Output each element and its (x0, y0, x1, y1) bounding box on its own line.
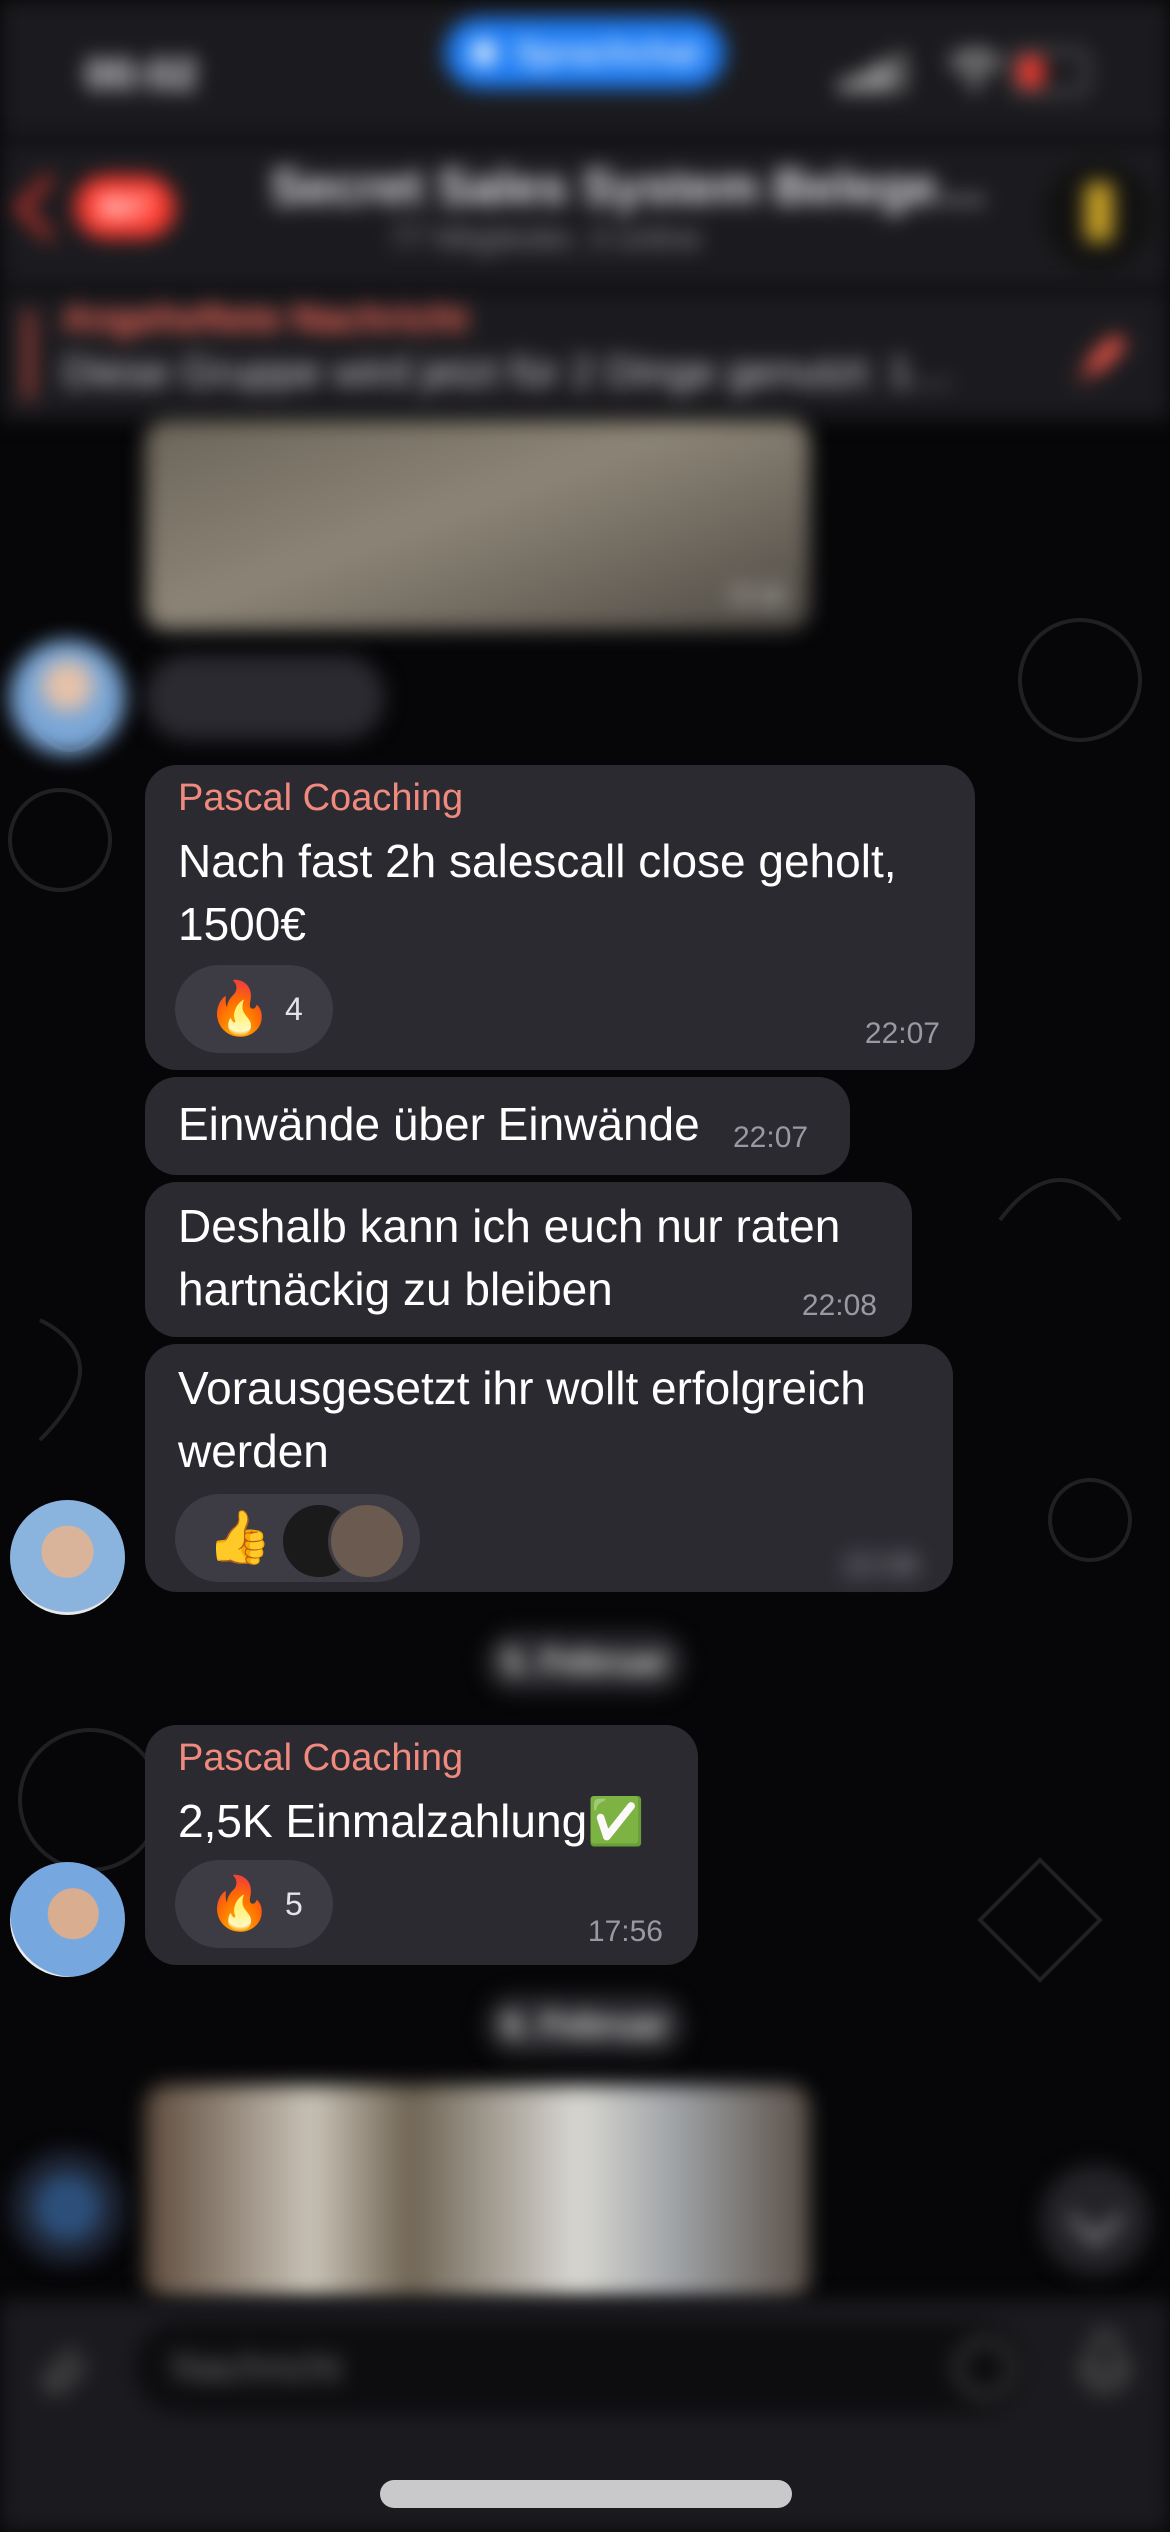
date-separator: 5. Februar (485, 1632, 685, 1692)
chevron-down-icon (1067, 2190, 1124, 2247)
voice-chat-pill[interactable]: Sprachchat (445, 18, 725, 88)
message-time: 22:08 (801, 1289, 877, 1322)
reaction-count: 5 (285, 1886, 303, 1922)
chevron-left-icon (15, 174, 82, 241)
message-bubble[interactable]: Vorausgesetzt ihr wollt erfolgreich werd… (145, 1344, 953, 1592)
home-indicator (380, 2480, 792, 2508)
cellular-signal-icon (840, 52, 906, 92)
reaction-avatars (280, 1502, 406, 1580)
message-input[interactable] (130, 2318, 1030, 2418)
avatar[interactable] (10, 1500, 125, 1615)
sticker-icon[interactable] (955, 2338, 1015, 2398)
reaction-chip[interactable]: 👍 (175, 1494, 420, 1582)
message-text: Vorausgesetzt ihr wollt erfolgreich werd… (178, 1362, 866, 1477)
chat-subtitle: 77 Mitglieder, 3 online (390, 220, 702, 256)
video-message[interactable]: 0:16 (145, 420, 810, 630)
message-text: Deshalb kann ich euch nur raten hartnäck… (178, 1200, 841, 1315)
scroll-down-button[interactable] (1040, 2165, 1150, 2275)
reaction-chip[interactable]: 🔥 4 (175, 965, 333, 1053)
voice-chat-label: Sprachchat (515, 34, 701, 72)
status-time: 00:02 (85, 50, 198, 99)
pin-icon[interactable] (1058, 318, 1143, 403)
pinned-message-banner[interactable]: Angeheftete Nachricht Diese Gruppe wird … (0, 290, 1170, 420)
wifi-icon (948, 50, 1002, 90)
message-time: 22:07 (733, 1121, 809, 1154)
avatar[interactable] (10, 640, 125, 755)
message-bubble[interactable]: Pascal Coaching 2,5K Einmalzahlung✅ 🔥 5 … (145, 1725, 698, 1965)
chat-header: 867 Secret Sales System Belege… 77 Mitgl… (0, 140, 1170, 290)
pinned-title: Angeheftete Nachricht (62, 298, 468, 340)
fire-emoji: 🔥 (207, 1875, 272, 1933)
message-text: Nach fast 2h salescall close geholt, 150… (178, 835, 897, 950)
thumbs-up-emoji: 👍 (207, 1509, 272, 1567)
avatar[interactable] (10, 2150, 125, 2265)
microphone-icon[interactable] (1075, 2330, 1135, 2410)
back-button[interactable]: 867 (15, 174, 185, 241)
message-time: 22:08 (842, 1549, 918, 1582)
unread-count-badge: 867 (75, 176, 175, 238)
message-bubble[interactable]: Deshalb kann ich euch nur raten hartnäck… (145, 1182, 912, 1337)
reaction-chip[interactable]: 🔥 5 (175, 1860, 333, 1948)
video-duration: 0:16 (731, 580, 787, 611)
message-time: 17:56 (587, 1915, 663, 1948)
pinned-indicator (26, 310, 32, 400)
battery-icon (1012, 50, 1088, 94)
status-bar: 00:02 Sprachchat (0, 0, 1170, 140)
sender-name[interactable]: Pascal Coaching (178, 1737, 463, 1780)
paperclip-icon[interactable] (30, 2335, 100, 2405)
chat-title[interactable]: Secret Sales System Belege… (270, 158, 990, 216)
message-bubble[interactable]: Pascal Coaching Nach fast 2h salescall c… (145, 765, 975, 1070)
pinned-text: Diese Gruppe wird jetzt für 2 Dinge genu… (62, 348, 954, 395)
photo-message[interactable] (145, 2085, 810, 2300)
reaction-count: 4 (285, 991, 303, 1027)
microphone-icon (471, 40, 497, 66)
fire-emoji: 🔥 (207, 980, 272, 1038)
message-text: 2,5K Einmalzahlung✅ (178, 1795, 645, 1847)
message-text: Einwände über Einwände (178, 1098, 700, 1150)
message-time: 22:07 (864, 1017, 940, 1050)
sender-name[interactable]: Pascal Coaching (178, 777, 463, 820)
date-separator: 6. Februar (485, 1995, 685, 2055)
avatar[interactable] (10, 1862, 125, 1977)
group-avatar[interactable] (1043, 160, 1153, 270)
media-reactions[interactable] (145, 655, 385, 740)
message-bubble[interactable]: Einwände über Einwände 22:07 (145, 1077, 850, 1175)
